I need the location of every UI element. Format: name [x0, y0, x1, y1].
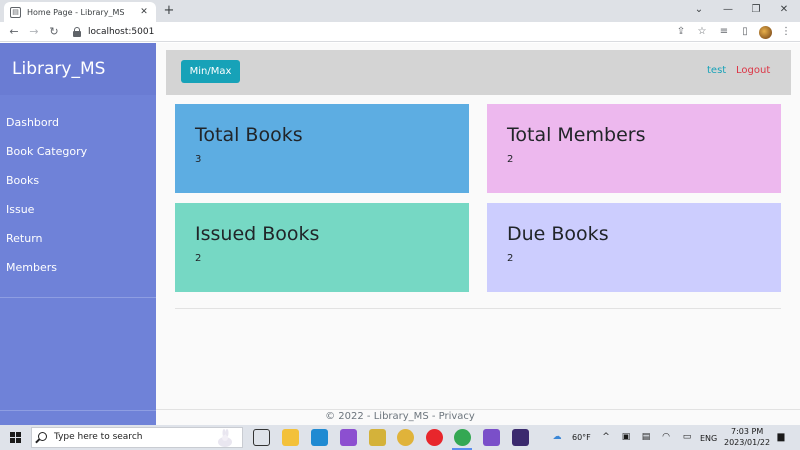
browser-address-bar: ← → ↻ localhost:5001 ⇪ ☆ ≡ ▯ ⋮ [0, 22, 800, 42]
notifications-icon[interactable]: ▆ [775, 432, 787, 442]
visual-studio-2-icon[interactable] [483, 429, 500, 446]
card-value: 2 [507, 253, 514, 264]
sidebar-item-return[interactable]: Return [0, 229, 156, 258]
page-content: Library_MS Dashbord Book Category Books … [0, 43, 800, 425]
privacy-link[interactable]: Privacy [439, 411, 475, 422]
browser-menu-icon[interactable]: ⋮ [779, 25, 793, 39]
terminal-app-icon[interactable] [512, 429, 529, 446]
lock-icon[interactable] [73, 27, 81, 37]
keyboard-language[interactable]: ENG [700, 434, 717, 443]
sidebar-item-books[interactable]: Books [0, 171, 156, 200]
reading-list-icon[interactable]: ≡ [717, 25, 731, 39]
card-title: Issued Books [195, 223, 320, 245]
card-title: Due Books [507, 223, 609, 245]
sidebar-divider [0, 410, 156, 411]
minimize-window-icon[interactable]: — [718, 2, 738, 18]
battery-icon[interactable]: ▭ [681, 432, 693, 442]
close-window-icon[interactable]: ✕ [774, 2, 794, 18]
due-books-card: Due Books 2 [487, 203, 781, 292]
url-field[interactable]: localhost:5001 [88, 25, 154, 39]
sidebar-menu: Dashbord Book Category Books Issue Retur… [0, 95, 156, 298]
chrome-active-icon[interactable] [454, 429, 471, 446]
browser-tab-strip: ▤ Home Page - Library_MS ✕ + ⌄ — ❐ ✕ [0, 0, 800, 22]
brand-title[interactable]: Library_MS [12, 59, 105, 79]
sidebar-item-book-category[interactable]: Book Category [0, 142, 156, 171]
forward-arrow-icon[interactable]: → [27, 24, 41, 40]
sidebar: Library_MS Dashbord Book Category Books … [0, 43, 156, 425]
card-value: 3 [195, 154, 202, 165]
tool-app-icon[interactable] [369, 429, 386, 446]
back-arrow-icon[interactable]: ← [7, 24, 21, 40]
card-value: 2 [507, 154, 514, 165]
new-tab-button[interactable]: + [161, 3, 177, 19]
tray-device-icon[interactable]: ▣ [620, 432, 632, 442]
restore-window-icon[interactable]: ❐ [746, 2, 766, 18]
file-explorer-icon[interactable] [282, 429, 299, 446]
search-placeholder: Type here to search [54, 432, 143, 442]
clock-date[interactable]: 2023/01/22 [724, 438, 770, 447]
content-divider [175, 308, 781, 309]
reload-icon[interactable]: ↻ [47, 24, 61, 40]
logout-link[interactable]: Logout [736, 65, 770, 76]
footer: © 2022 - Library_MS - Privacy [156, 411, 644, 422]
profile-avatar[interactable] [759, 26, 772, 39]
weather-temperature[interactable]: 60°F [572, 433, 591, 442]
footer-divider [156, 409, 800, 410]
visual-studio-icon[interactable] [340, 429, 357, 446]
sidebar-item-issue[interactable]: Issue [0, 200, 156, 229]
tab-title: Home Page - Library_MS [27, 7, 125, 17]
card-title: Total Members [507, 124, 646, 146]
bunny-illustration-icon [218, 429, 232, 447]
sidebar-item-members[interactable]: Members [0, 258, 156, 287]
sidebar-item-dashboard[interactable]: Dashbord [0, 113, 156, 142]
brand-header: Library_MS [0, 43, 156, 95]
windows-start-icon[interactable] [10, 432, 21, 443]
page-favicon-icon: ▤ [10, 6, 21, 18]
issued-books-card: Issued Books 2 [175, 203, 469, 292]
weather-cloud-icon[interactable]: ☁ [551, 432, 563, 442]
wifi-icon[interactable]: ◠ [660, 432, 672, 442]
search-icon [38, 432, 47, 441]
close-tab-icon[interactable]: ✕ [138, 7, 150, 17]
clock-time[interactable]: 7:03 PM [731, 427, 763, 436]
chrome-icon[interactable] [397, 429, 414, 446]
bookmark-star-icon[interactable]: ☆ [695, 25, 709, 39]
footer-copyright: © 2022 - Library_MS - [325, 411, 439, 422]
task-view-icon[interactable] [253, 429, 270, 446]
top-navbar: Min/Max test Logout [166, 50, 791, 95]
taskbar-search-input[interactable]: Type here to search [31, 427, 243, 448]
minmax-toggle-button[interactable]: Min/Max [181, 60, 240, 83]
windows-taskbar: Type here to search ☁ 60°F ^ ▣ ▤ ◠ ▭ ENG… [0, 425, 800, 450]
user-link[interactable]: test [707, 65, 726, 76]
total-members-card: Total Members 2 [487, 104, 781, 193]
browser-tab[interactable]: ▤ Home Page - Library_MS ✕ [4, 2, 156, 22]
card-value: 2 [195, 253, 202, 264]
opera-icon[interactable] [426, 429, 443, 446]
card-title: Total Books [195, 124, 303, 146]
show-hidden-icons-icon[interactable]: ^ [600, 432, 612, 442]
side-panel-icon[interactable]: ▯ [738, 25, 752, 39]
share-icon[interactable]: ⇪ [674, 25, 688, 39]
tray-image-icon[interactable]: ▤ [640, 432, 652, 442]
vscode-icon[interactable] [311, 429, 328, 446]
tab-search-icon[interactable]: ⌄ [689, 2, 709, 18]
total-books-card: Total Books 3 [175, 104, 469, 193]
